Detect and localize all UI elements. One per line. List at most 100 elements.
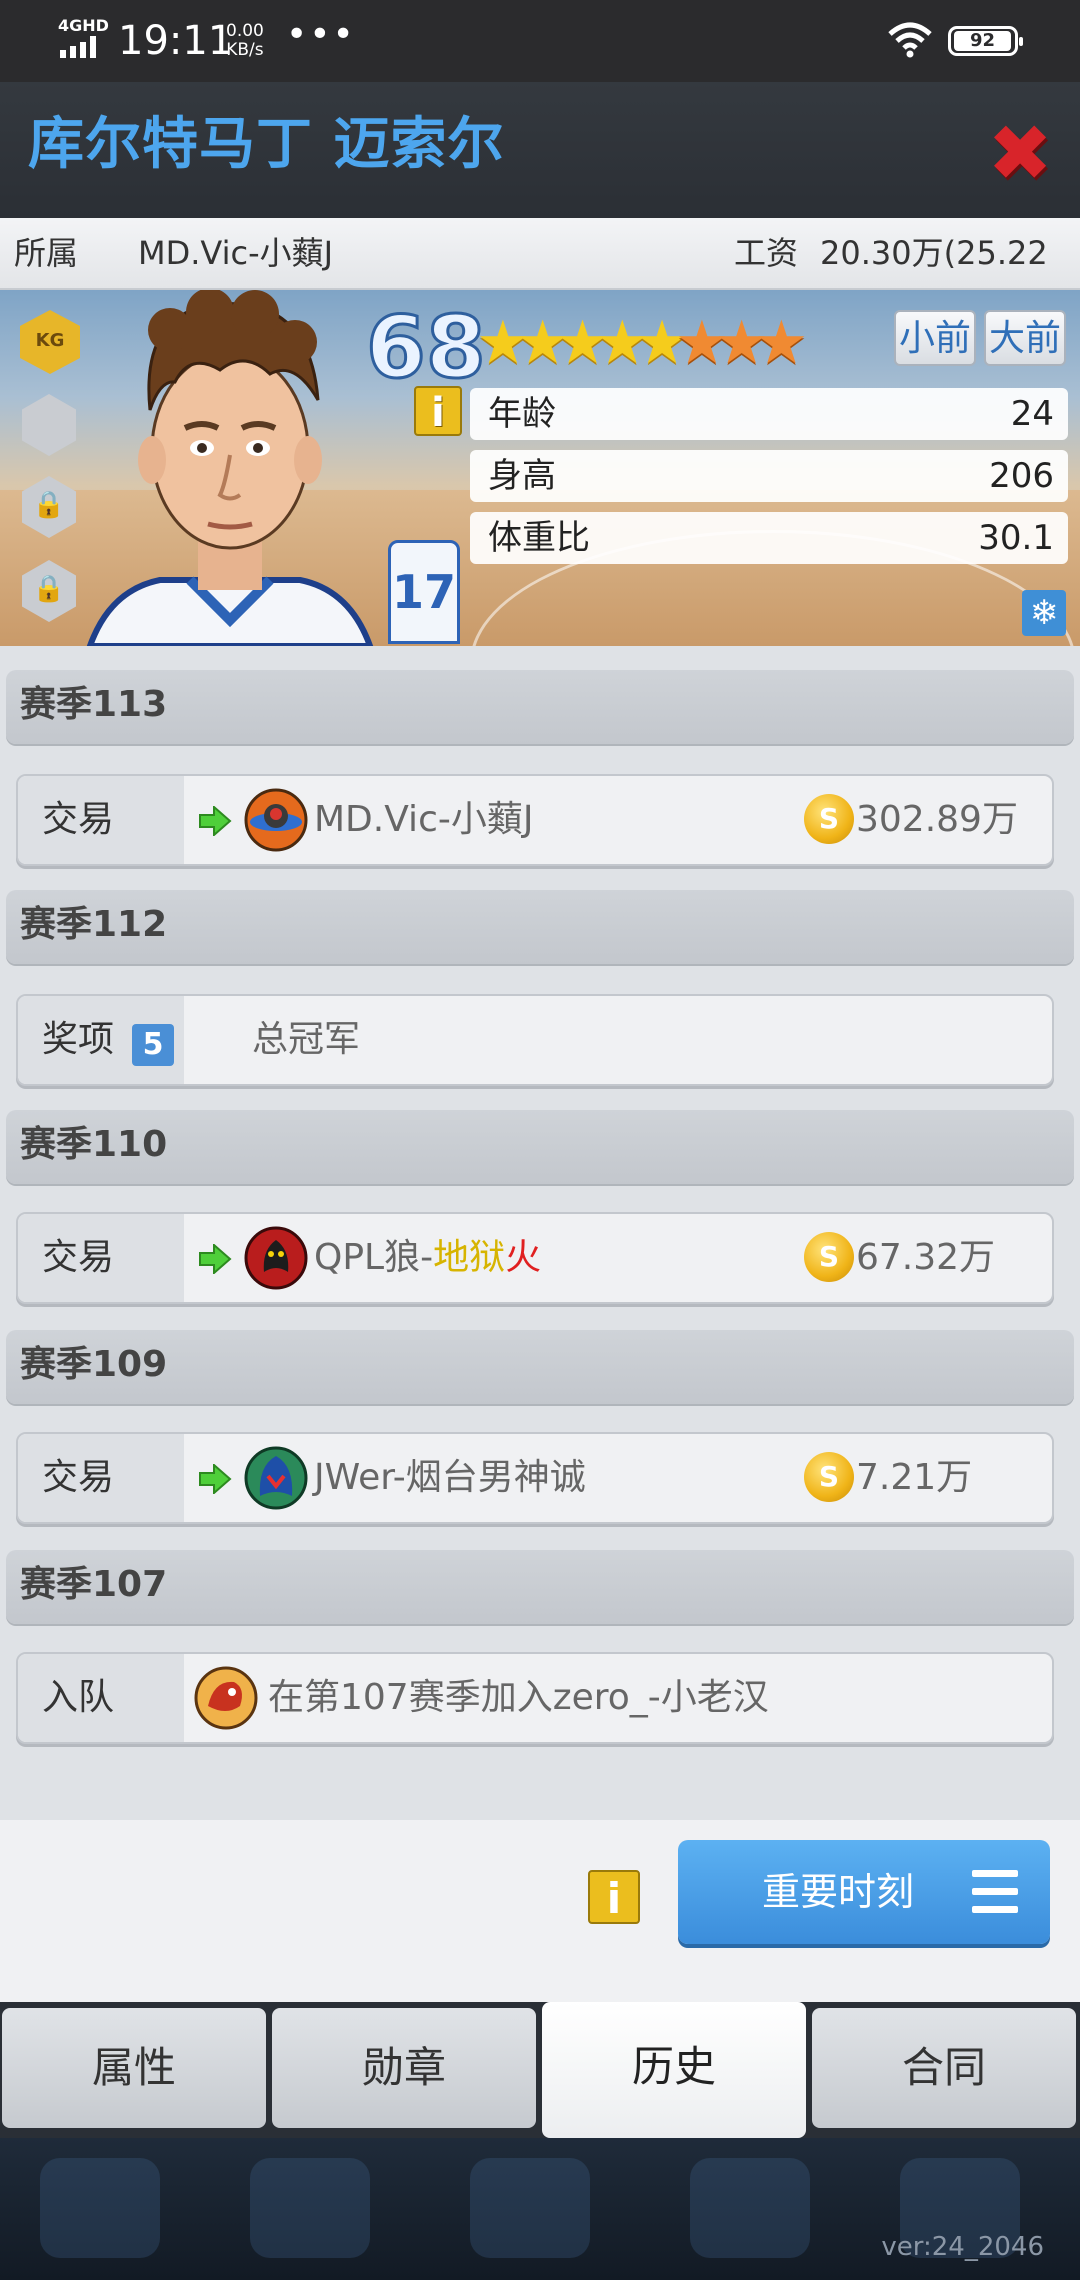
event-type: 入队 bbox=[18, 1654, 184, 1742]
team-name: MD.Vic-小蘱J bbox=[314, 799, 534, 840]
stat-value: 206 bbox=[989, 456, 1054, 496]
stat-value: 30.1 bbox=[978, 518, 1054, 558]
team-name-highlight: 地狱 bbox=[433, 1237, 506, 1278]
tab-bar: 属性 勋章 历史 合同 bbox=[0, 2002, 1080, 2138]
stat-age: 年龄 24 bbox=[470, 388, 1068, 440]
status-bar: 4GHD 19:11 0.00 KB/s ••• 92 bbox=[0, 0, 1080, 82]
position-small-forward-button[interactable]: 小前 bbox=[894, 310, 976, 366]
team-name: QPL狼-地狱火 bbox=[314, 1214, 541, 1302]
event-type: 交易 bbox=[18, 776, 184, 864]
award-name: 总冠军 bbox=[252, 1019, 361, 1060]
team-label: 所属 bbox=[14, 234, 79, 272]
player-card: KG 🔒 🔒 17 68 ★★★★★★★★ 小前 大前 i 年龄 24 身高 2… bbox=[0, 290, 1080, 646]
join-text: 在第107赛季加入zero_-小老汉 bbox=[268, 1677, 769, 1718]
coin-icon: S bbox=[804, 1452, 854, 1502]
history-event-award[interactable]: 奖项 5 总冠军 bbox=[16, 994, 1054, 1086]
award-count-badge: 5 bbox=[132, 1024, 174, 1066]
season-label: 赛季110 bbox=[20, 1124, 168, 1165]
salary-label: 工资 bbox=[734, 234, 799, 272]
season-label: 赛季113 bbox=[20, 684, 168, 725]
more-notifications-icon: ••• bbox=[286, 14, 356, 55]
history-event-join[interactable]: 入队 在第107赛季加入zero_-小老汉 bbox=[16, 1652, 1054, 1744]
footer: ver:24_2046 bbox=[0, 2138, 1080, 2280]
arrow-right-icon bbox=[199, 1464, 232, 1494]
key-moments-button[interactable]: 重要时刻 bbox=[678, 1840, 1050, 1944]
kg-badge-icon[interactable]: KG bbox=[20, 310, 80, 374]
coin-icon: S bbox=[804, 1232, 854, 1282]
lock-icon: 🔒 bbox=[32, 574, 66, 604]
tab-badges[interactable]: 勋章 bbox=[272, 2008, 536, 2128]
background-nav-icon bbox=[690, 2158, 810, 2258]
trade-price: 67.32万 bbox=[856, 1237, 996, 1278]
position-power-forward-button[interactable]: 大前 bbox=[984, 310, 1066, 366]
empty-slot-icon[interactable] bbox=[22, 394, 76, 456]
tab-history[interactable]: 历史 bbox=[542, 2002, 806, 2138]
player-avatar bbox=[86, 290, 374, 646]
network-speed: 0.00 KB/s bbox=[226, 22, 264, 60]
event-type: 交易 bbox=[18, 1434, 184, 1522]
team-logo-icon bbox=[244, 1446, 308, 1510]
arrow-right-icon bbox=[199, 1244, 232, 1274]
clock: 19:11 bbox=[118, 18, 234, 64]
battery-icon: 92 bbox=[948, 26, 1023, 56]
event-type: 交易 bbox=[18, 1214, 184, 1302]
season-header: 赛季107 bbox=[6, 1550, 1074, 1624]
team-name-prefix: QPL狼- bbox=[314, 1237, 434, 1278]
history-event-trade[interactable]: 交易 MD.Vic-小蘱J S 302.89万 bbox=[16, 774, 1054, 866]
speed-value: 0.00 bbox=[226, 21, 264, 41]
stat-label: 身高 bbox=[488, 456, 556, 496]
star-rating: ★★★★★★★★ bbox=[476, 308, 808, 378]
season-header: 赛季112 bbox=[6, 890, 1074, 964]
signal-icon bbox=[60, 36, 104, 58]
season-header: 赛季110 bbox=[6, 1110, 1074, 1184]
season-label: 赛季107 bbox=[20, 1564, 168, 1605]
title-bar: 库尔特马丁 迈索尔 ✖ bbox=[0, 82, 1080, 218]
battery-level: 92 bbox=[954, 31, 1011, 51]
speed-unit: KB/s bbox=[226, 40, 264, 60]
jersey-number: 17 bbox=[391, 565, 456, 619]
background-nav-icon bbox=[250, 2158, 370, 2258]
lock-icon: 🔒 bbox=[32, 490, 66, 520]
tab-attributes[interactable]: 属性 bbox=[2, 2008, 266, 2128]
history-event-trade[interactable]: 交易 QPL狼-地狱火 S 67.32万 bbox=[16, 1212, 1054, 1304]
menu-icon bbox=[972, 1870, 1018, 1914]
wifi-icon bbox=[888, 22, 932, 58]
stat-weight-ratio: 体重比 30.1 bbox=[470, 512, 1068, 564]
team-info-bar: 所属 MD.Vic-小蘱J 工资 20.30万(25.22万) bbox=[0, 218, 1080, 342]
season-label: 赛季112 bbox=[20, 904, 168, 945]
stat-label: 体重比 bbox=[488, 518, 590, 558]
key-moments-label: 重要时刻 bbox=[762, 1870, 915, 1914]
stat-value: 24 bbox=[1010, 394, 1054, 434]
jersey-icon: 17 bbox=[388, 540, 460, 644]
team-logo-icon bbox=[244, 788, 308, 852]
background-nav-icon bbox=[470, 2158, 590, 2258]
player-name: 库尔特马丁 迈索尔 bbox=[28, 112, 505, 177]
tab-contract[interactable]: 合同 bbox=[812, 2008, 1076, 2128]
arrow-right-icon bbox=[199, 806, 232, 836]
gold-stars-icon: ★★★★★ bbox=[476, 308, 689, 378]
season-header: 赛季109 bbox=[6, 1330, 1074, 1404]
team-logo-icon bbox=[194, 1666, 258, 1730]
orange-stars-icon: ★★★ bbox=[674, 308, 808, 378]
snowflake-icon[interactable]: ❄ bbox=[1022, 590, 1066, 636]
background-nav-icon bbox=[40, 2158, 160, 2258]
info-icon[interactable]: i bbox=[588, 1870, 640, 1924]
stat-height: 身高 206 bbox=[470, 450, 1068, 502]
version-label: ver:24_2046 bbox=[881, 2232, 1044, 2262]
season-header: 赛季113 bbox=[6, 670, 1074, 744]
team-name: MD.Vic-小蘱J bbox=[138, 234, 334, 272]
team-logo-icon bbox=[244, 1226, 308, 1290]
season-label: 赛季109 bbox=[20, 1344, 168, 1385]
info-icon[interactable]: i bbox=[414, 386, 462, 436]
kg-badge-label: KG bbox=[35, 330, 65, 351]
stat-label: 年龄 bbox=[488, 394, 556, 434]
network-type: 4GHD bbox=[58, 16, 109, 35]
trade-price: 302.89万 bbox=[856, 799, 1018, 840]
coin-icon: S bbox=[804, 794, 854, 844]
team-name-suffix: 火 bbox=[505, 1237, 542, 1278]
close-button[interactable]: ✖ bbox=[980, 114, 1060, 194]
trade-price: 7.21万 bbox=[856, 1457, 973, 1498]
team-name: JWer-烟台男神诚 bbox=[314, 1457, 586, 1498]
overall-rating: 68 bbox=[365, 298, 488, 398]
history-event-trade[interactable]: 交易 JWer-烟台男神诚 S 7.21万 bbox=[16, 1432, 1054, 1524]
